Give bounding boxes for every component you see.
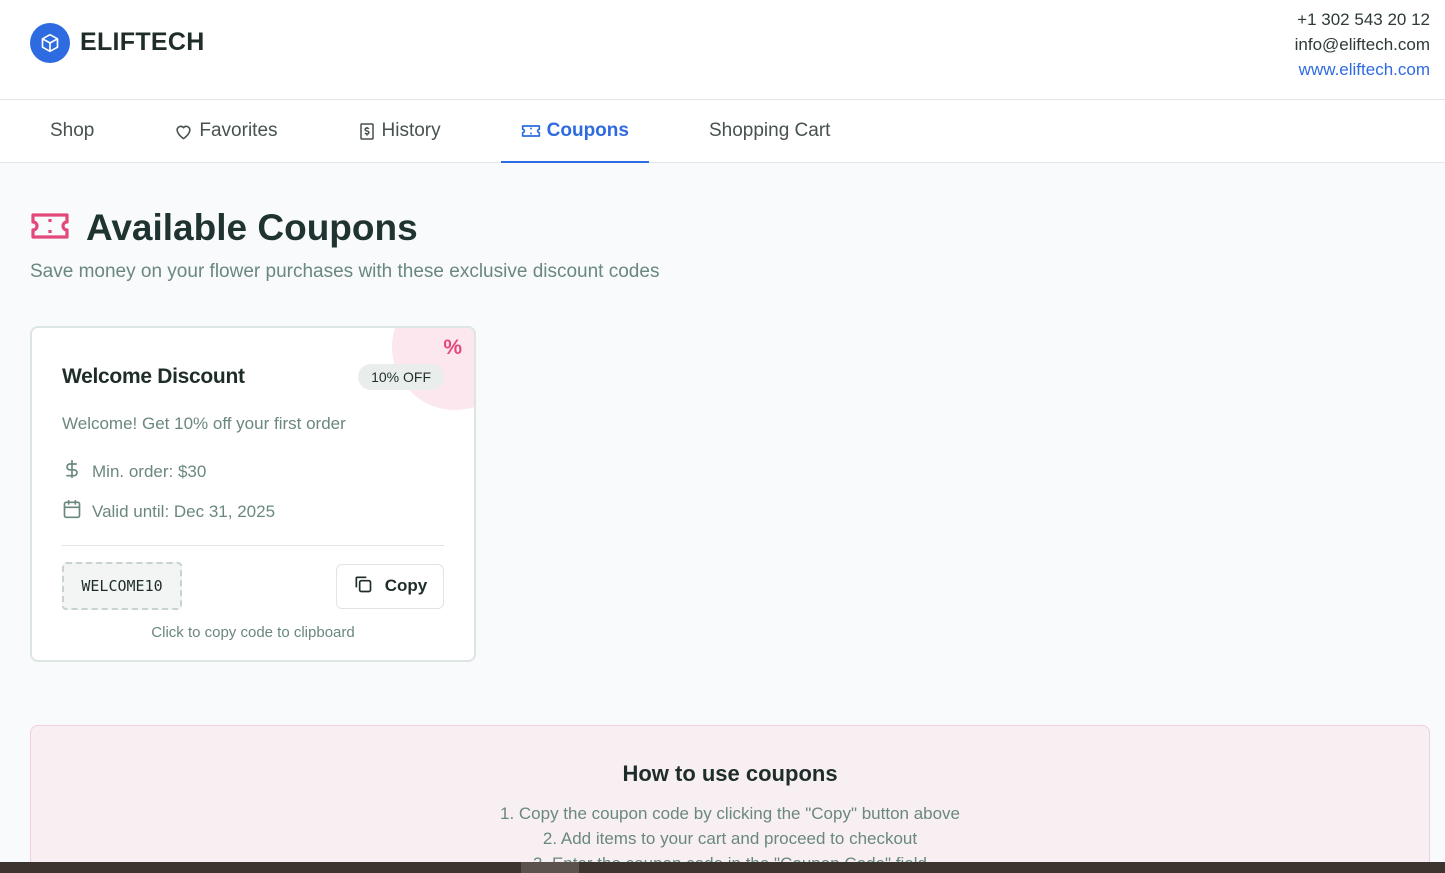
page-subtitle: Save money on your flower purchases with… (30, 261, 660, 282)
tab-favorites[interactable]: Favorites (154, 100, 297, 162)
ticket-icon (521, 123, 541, 139)
divider (62, 545, 444, 546)
tab-label: Coupons (546, 120, 629, 141)
contact-info: +1 302 543 20 12 info@eliftech.com www.e… (1295, 0, 1430, 82)
min-order-row: Min. order: $30 (62, 459, 444, 484)
coupon-header: Welcome Discount 10% OFF (62, 364, 444, 390)
howto-title: How to use coupons (622, 761, 838, 786)
ticket-icon (30, 211, 70, 246)
min-order-text: Min. order: $30 (92, 461, 207, 481)
heart-icon (174, 122, 193, 141)
tab-label: Shop (50, 120, 95, 141)
phone-number: +1 302 543 20 12 (1297, 10, 1430, 29)
valid-until-text: Valid until: Dec 31, 2025 (92, 501, 276, 521)
tab-coupons[interactable]: Coupons (500, 100, 650, 163)
page-heading: Available Coupons (30, 207, 1430, 249)
page-title: Available Coupons (86, 207, 418, 248)
brand-name: ELIFTECH (80, 28, 205, 56)
brand[interactable]: ELIFTECH (30, 0, 205, 85)
email-address: info@eliftech.com (1294, 35, 1430, 54)
horizontal-scrollbar[interactable] (0, 862, 1445, 873)
website-link[interactable]: www.eliftech.com (1295, 57, 1430, 82)
coupon-card: % Welcome Discount 10% OFF Welcome! Get … (30, 326, 476, 662)
receipt-icon (358, 122, 376, 141)
discount-badge: 10% OFF (358, 364, 444, 390)
coupon-title: Welcome Discount (62, 365, 245, 388)
how-to-use-panel: How to use coupons 1. Copy the coupon co… (30, 725, 1430, 873)
valid-until-row: Valid until: Dec 31, 2025 (62, 499, 444, 524)
copy-hint: Click to copy code to clipboard (151, 624, 355, 641)
dollar-icon (62, 459, 82, 484)
calendar-icon (62, 499, 82, 524)
tab-shop[interactable]: Shop (30, 100, 114, 162)
tab-label: Shopping Cart (708, 120, 831, 141)
main-content: Available Coupons Save money on your flo… (0, 207, 1445, 662)
app-header: ELIFTECH +1 302 543 20 12 info@eliftech.… (0, 0, 1445, 100)
copy-button[interactable]: Copy (336, 563, 444, 609)
copy-icon (353, 574, 373, 599)
code-row: WELCOME10 Copy (62, 562, 444, 610)
tab-label: History (381, 120, 441, 141)
coupon-code[interactable]: WELCOME10 (62, 562, 182, 610)
cube-icon (30, 22, 70, 63)
copy-label: Copy (384, 576, 428, 595)
tab-shopping-cart[interactable]: Shopping Cart (689, 100, 850, 162)
howto-step: 2. Add items to your cart and proceed to… (542, 829, 918, 848)
tab-label: Favorites (199, 120, 278, 141)
main-nav: Shop Favorites History Coupons Shopping … (0, 100, 1445, 163)
coupon-description: Welcome! Get 10% off your first order (62, 414, 346, 433)
tab-history[interactable]: History (338, 100, 461, 162)
percent-icon: % (443, 336, 462, 359)
scrollbar-thumb[interactable] (521, 862, 579, 873)
howto-step: 1. Copy the coupon code by clicking the … (499, 804, 961, 823)
